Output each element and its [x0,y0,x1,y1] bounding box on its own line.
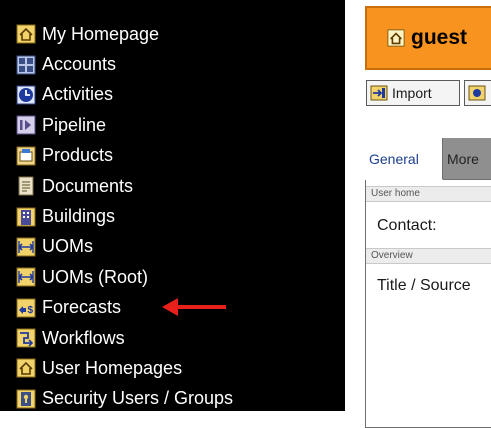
contact-field-label: Contact: [377,217,437,234]
tab-more[interactable]: More [443,138,491,180]
nav-item-accounts[interactable]: Accounts [0,49,345,79]
tab-general[interactable]: General [365,138,443,180]
tab-general-label: General [369,150,419,167]
nav-item-uoms[interactable]: UOMs [0,232,345,262]
navigation-sidebar: My Homepage Accounts Activities Pipeline… [0,0,345,411]
pipeline-icon [15,114,37,136]
toolbar-action-icon [468,85,486,101]
nav-item-label: Workflows [42,327,125,348]
nav-item-label: Pipeline [42,114,107,135]
nav-item-documents[interactable]: Documents [0,171,345,201]
nav-item-label: Forecasts [42,297,122,318]
annotation-arrow [162,298,226,316]
products-icon [15,145,37,167]
building-icon [15,206,37,228]
home-icon [387,29,405,47]
nav-item-label: User Homepages [42,357,183,378]
clock-icon [15,84,37,106]
forecast-icon: $ [15,297,37,319]
nav-item-label: Products [42,145,114,166]
uom-icon [15,236,37,258]
nav-item-products[interactable]: Products [0,141,345,171]
nav-item-my-homepage[interactable]: My Homepage [0,19,345,49]
nav-item-label: My Homepage [42,23,160,44]
nav-item-label: Security Users / Groups [42,388,234,409]
current-user-name: guest [411,26,468,49]
nav-item-label: Buildings [42,206,116,227]
tab-more-label: More [447,150,479,167]
import-button[interactable]: Import [366,80,460,106]
form-tabs: General More [365,138,491,180]
document-icon [15,175,37,197]
nav-item-security-users-groups[interactable]: Security Users / Groups [0,384,345,414]
nav-item-label: Accounts [42,54,117,75]
section-heading-user-home: User home [366,186,491,202]
nav-item-workflows[interactable]: Workflows [0,323,345,353]
accounts-icon [15,54,37,76]
nav-item-user-homepages[interactable]: User Homepages [0,353,345,383]
import-label: Import [392,85,432,101]
nav-item-label: UOMs (Root) [42,266,149,287]
nav-item-buildings[interactable]: Buildings [0,201,345,231]
nav-item-label: UOMs [42,236,93,257]
nav-item-label: Documents [42,175,134,196]
home-icon [15,357,37,379]
uom-root-icon [15,266,37,288]
user-banner: guest [365,6,491,70]
svg-text:$: $ [28,305,34,316]
import-icon [370,85,388,101]
security-icon [15,388,37,410]
toolbar-button-2[interactable] [464,80,491,106]
section-heading-overview: Overview [366,248,491,264]
nav-item-activities[interactable]: Activities [0,80,345,110]
nav-item-label: Activities [42,84,114,105]
nav-item-pipeline[interactable]: Pipeline [0,110,345,140]
workflow-icon [15,327,37,349]
title-source-field-label: Title / Source [377,277,471,294]
home-icon [15,23,37,45]
nav-item-uoms-root[interactable]: UOMs (Root) [0,262,345,292]
